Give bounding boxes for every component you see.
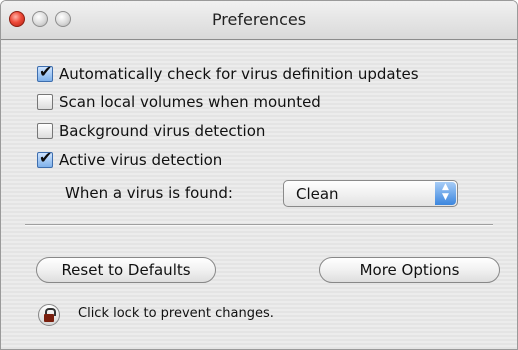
lock-icon[interactable] xyxy=(38,304,60,326)
auto-update-checkbox[interactable] xyxy=(37,62,53,82)
virus-action-popup[interactable]: Clean ▲ ▼ xyxy=(283,180,458,207)
virus-found-label: When a virus is found: xyxy=(65,184,233,202)
active-detection-checkbox[interactable] xyxy=(37,148,53,168)
scan-volumes-label: Scan local volumes when mounted xyxy=(59,93,321,111)
auto-update-label: Automatically check for virus definition… xyxy=(59,65,419,83)
popup-arrows-icon: ▲ ▼ xyxy=(435,182,456,205)
title-bar[interactable]: Preferences xyxy=(1,1,517,40)
virus-action-value: Clean xyxy=(296,185,339,203)
lock-text: Click lock to prevent changes. xyxy=(78,306,274,321)
background-detection-option[interactable]: Background virus detection xyxy=(37,121,265,141)
background-detection-checkbox[interactable] xyxy=(37,123,53,139)
active-detection-option[interactable]: Active virus detection xyxy=(37,148,223,170)
background-detection-label: Background virus detection xyxy=(59,122,266,140)
active-detection-label: Active virus detection xyxy=(59,151,223,169)
more-options-button[interactable]: More Options xyxy=(319,257,500,283)
divider xyxy=(25,224,493,226)
preferences-content: Automatically check for virus definition… xyxy=(1,40,517,349)
scan-volumes-option[interactable]: Scan local volumes when mounted xyxy=(37,92,321,112)
scan-volumes-checkbox[interactable] xyxy=(37,94,53,110)
window-title: Preferences xyxy=(211,10,307,29)
reset-defaults-button[interactable]: Reset to Defaults xyxy=(36,257,216,283)
preferences-window: Preferences Automatically check for viru… xyxy=(0,0,518,350)
auto-update-option[interactable]: Automatically check for virus definition… xyxy=(37,62,419,84)
